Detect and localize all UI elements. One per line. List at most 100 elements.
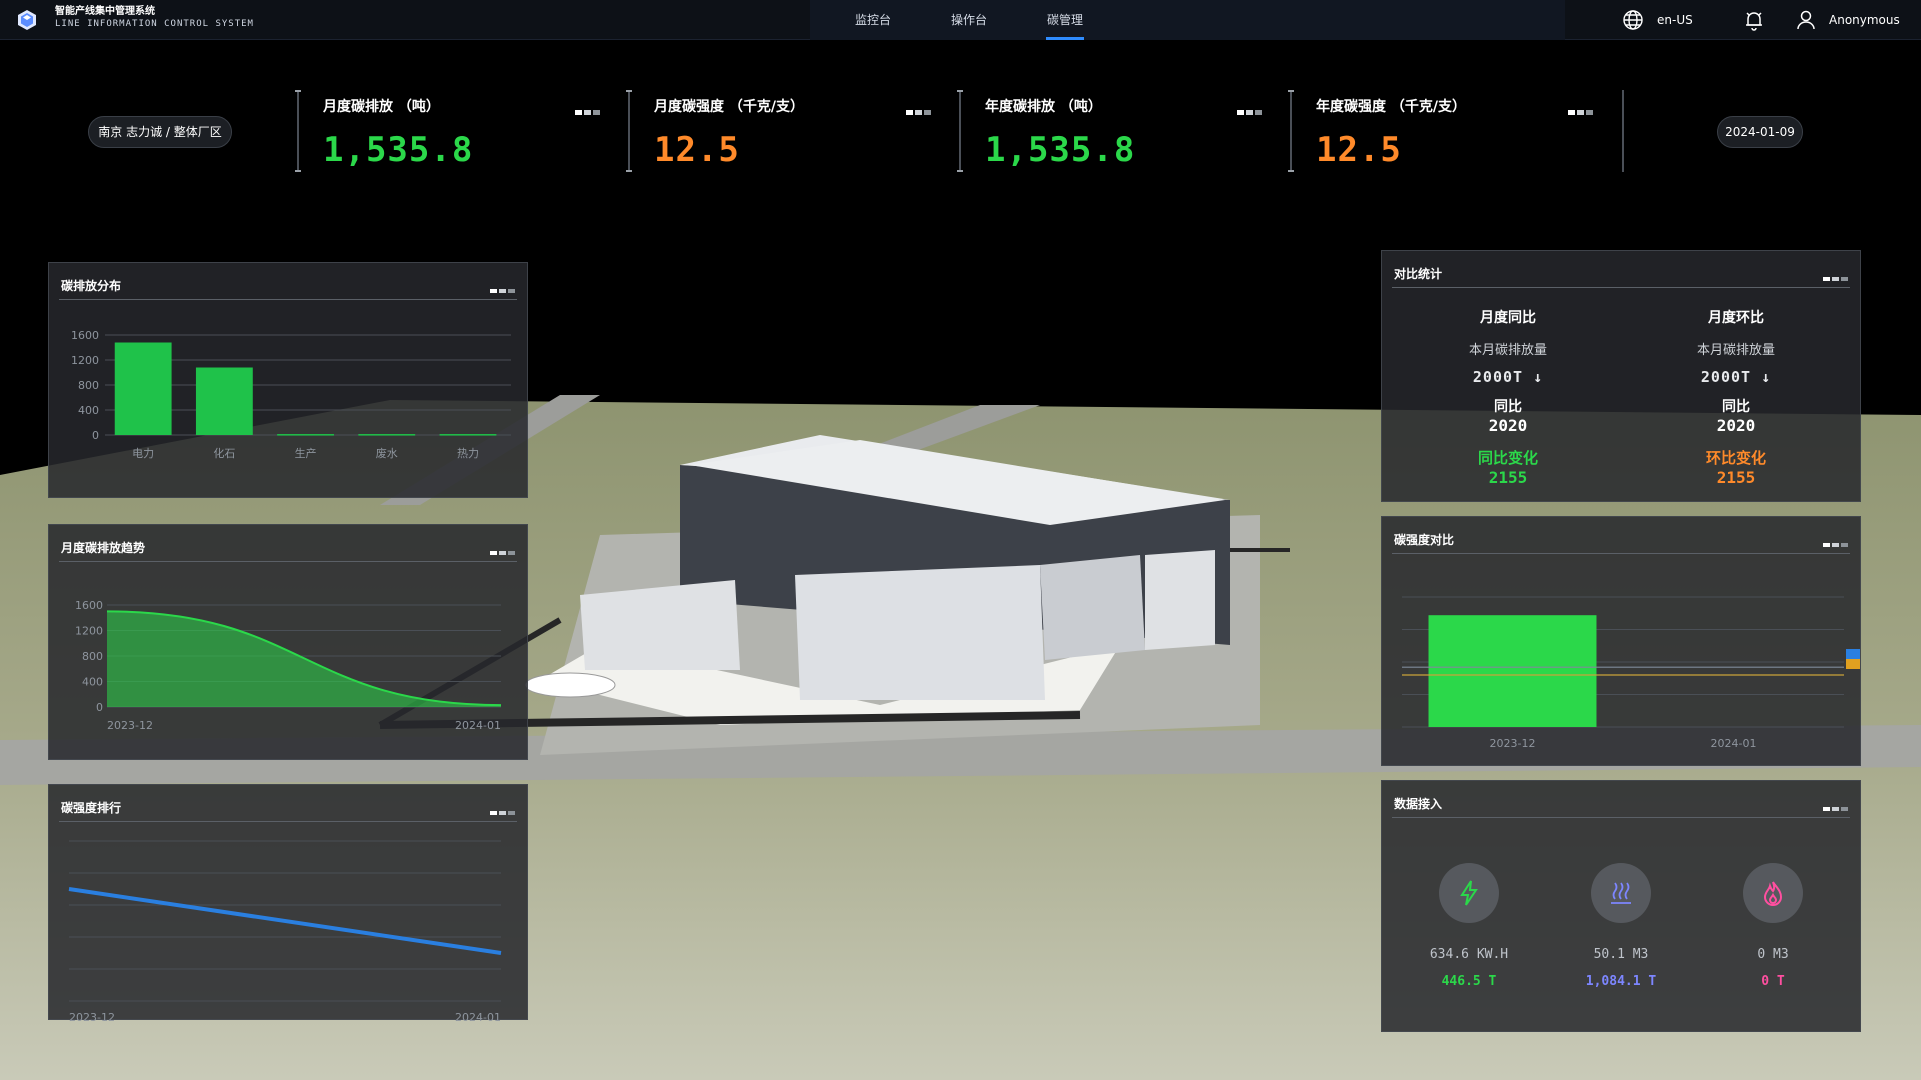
kpi-divider bbox=[1622, 90, 1624, 172]
app-title: 智能产线集中管理系统 bbox=[55, 6, 155, 17]
yoy-column: 月度同比 本月碳排放量 2000T ↓ 同比 2020 同比变化 2155 bbox=[1398, 307, 1618, 487]
source-emission: 1,084.1 T bbox=[1585, 974, 1657, 989]
mom-k-label: 同比 bbox=[1722, 399, 1750, 415]
date-selector[interactable]: 2024-01-09 bbox=[1717, 116, 1803, 148]
user-name: Anonymous bbox=[1829, 13, 1900, 27]
x-tick-label: 废水 bbox=[376, 446, 398, 460]
yoy-change-value: 2155 bbox=[1488, 468, 1528, 487]
x-tick-label: 2023-12 bbox=[69, 1011, 115, 1021]
x-tick-label: 2024-01 bbox=[1711, 737, 1757, 750]
mom-heading: 月度环比 bbox=[1708, 310, 1764, 326]
title-divider bbox=[59, 299, 517, 300]
kpi-annual-intensity: 年度碳强度 （千克/支） 12.5 bbox=[1288, 90, 1620, 172]
kpi-divider bbox=[1288, 90, 1294, 172]
x-tick-label: 生产 bbox=[295, 446, 317, 460]
yoy-value: 2000T ↓ bbox=[1472, 368, 1544, 386]
kpi-dots-icon bbox=[575, 110, 600, 115]
monthly-trend-panel: 月度碳排放趋势 0 400 800 1200 1600 2023-12 2024-01 bbox=[48, 524, 528, 760]
kpi-label: 月度碳强度 （千克/支） bbox=[654, 99, 804, 115]
y-tick-label: 400 bbox=[82, 676, 103, 689]
ranking-line bbox=[68, 887, 502, 955]
kpi-value: 1,535.8 bbox=[985, 130, 1136, 170]
kpi-monthly-emission: 月度碳排放 （吨） 1,535.8 bbox=[295, 90, 627, 172]
bell-icon[interactable] bbox=[1743, 9, 1765, 31]
title-divider bbox=[59, 561, 517, 562]
y-tick-label: 0 bbox=[96, 701, 103, 714]
kpi-label: 月度碳排放 （吨） bbox=[323, 99, 440, 115]
kpi-value: 1,535.8 bbox=[323, 130, 474, 170]
panel-title: 数据接入 bbox=[1394, 797, 1443, 811]
kpi-label: 年度碳强度 （千克/支） bbox=[1316, 99, 1466, 115]
kpi-dots-icon bbox=[1237, 110, 1262, 115]
reference-marker bbox=[1846, 649, 1860, 659]
panel-menu-icon[interactable] bbox=[1823, 277, 1848, 281]
emission-distribution-panel: 碳排放分布 0 400 800 1200 1600 电力 化石 生产 废水 热力 bbox=[48, 262, 528, 498]
bar bbox=[1428, 615, 1597, 727]
x-tick-label: 电力 bbox=[132, 447, 154, 460]
steam-source: 50.1 M3 1,084.1 T bbox=[1546, 863, 1696, 989]
tab-operation[interactable]: 操作台 bbox=[934, 0, 1004, 40]
panel-title: 碳排放分布 bbox=[61, 279, 122, 293]
kpi-label: 年度碳排放 （吨） bbox=[985, 99, 1102, 115]
kpi-dots-icon bbox=[906, 110, 931, 115]
user-menu[interactable]: Anonymous bbox=[1795, 0, 1900, 40]
kpi-value: 12.5 bbox=[654, 130, 740, 170]
electricity-source: 634.6 KW.H 446.5 T bbox=[1394, 863, 1544, 989]
kpi-dots-icon bbox=[1568, 110, 1593, 115]
language-switch[interactable]: en-US bbox=[1622, 0, 1693, 40]
emission-distribution-chart: 0 400 800 1200 1600 电力 化石 生产 废水 热力 bbox=[71, 329, 511, 460]
yoy-change-label: 同比变化 bbox=[1477, 449, 1538, 467]
panel-menu-icon[interactable] bbox=[490, 289, 515, 293]
source-emission: 446.5 T bbox=[1441, 974, 1497, 989]
source-usage: 634.6 KW.H bbox=[1429, 947, 1509, 962]
source-usage: 50.1 M3 bbox=[1593, 947, 1649, 962]
user-icon bbox=[1797, 10, 1815, 30]
steam-icon bbox=[1591, 863, 1651, 923]
bar bbox=[277, 434, 334, 436]
x-tick-label: 化石 bbox=[213, 446, 235, 460]
mom-change-value: 2155 bbox=[1716, 468, 1756, 487]
tab-carbon[interactable]: 碳管理 bbox=[1030, 0, 1100, 40]
mom-column: 月度环比 本月碳排放量 2000T ↓ 同比 2020 环比变化 2155 bbox=[1626, 307, 1846, 487]
bar bbox=[358, 434, 416, 436]
intensity-ranking-chart: 2023-12 2024-01 bbox=[68, 840, 502, 1021]
source-emission: 0 T bbox=[1761, 974, 1785, 989]
panel-title: 对比统计 bbox=[1394, 267, 1443, 281]
panel-menu-icon[interactable] bbox=[490, 551, 515, 555]
kpi-annual-emission: 年度碳排放 （吨） 1,535.8 bbox=[957, 90, 1289, 172]
bar bbox=[195, 367, 253, 435]
panel-title: 碳强度排行 bbox=[61, 801, 122, 815]
logo-icon bbox=[18, 10, 36, 30]
panel-title: 月度碳排放趋势 bbox=[61, 541, 146, 555]
x-tick-label: 2023-12 bbox=[107, 719, 153, 732]
reference-marker bbox=[1846, 659, 1860, 669]
monthly-trend-chart: 0 400 800 1200 1600 2023-12 2024-01 bbox=[75, 599, 502, 732]
yoy-k-value: 2020 bbox=[1488, 416, 1528, 435]
mom-value: 2000T ↓ bbox=[1700, 368, 1772, 386]
comparison-stats-panel: 对比统计 月度同比 本月碳排放量 2000T ↓ 同比 2020 同比变化 21… bbox=[1381, 250, 1861, 502]
kpi-monthly-intensity: 月度碳强度 （千克/支） 12.5 bbox=[626, 90, 958, 172]
tab-monitor[interactable]: 监控台 bbox=[838, 0, 908, 40]
y-tick-label: 1600 bbox=[71, 329, 99, 342]
title-divider bbox=[59, 821, 517, 822]
panel-menu-icon[interactable] bbox=[1823, 543, 1848, 547]
kpi-divider bbox=[295, 90, 301, 172]
kpi-value: 12.5 bbox=[1316, 130, 1402, 170]
intensity-ranking-panel: 碳强度排行 2023-12 2024-01 bbox=[48, 784, 528, 1021]
title-divider bbox=[1392, 817, 1850, 818]
x-tick-label: 热力 bbox=[457, 447, 479, 460]
yoy-subtitle: 本月碳排放量 bbox=[1468, 343, 1547, 358]
location-selector[interactable]: 南京 志力诚 / 整体厂区 bbox=[88, 116, 232, 148]
x-tick-label: 2024-01 bbox=[455, 719, 501, 732]
panel-menu-icon[interactable] bbox=[490, 811, 515, 815]
y-tick-label: 400 bbox=[78, 404, 99, 417]
y-tick-label: 1200 bbox=[71, 354, 99, 367]
kpi-divider bbox=[626, 90, 632, 172]
locale-label: en-US bbox=[1657, 13, 1693, 27]
yoy-k-label: 同比 bbox=[1494, 399, 1522, 415]
intensity-compare-panel: 碳强度对比 2023-12 2024-01 bbox=[1381, 516, 1861, 766]
y-tick-label: 800 bbox=[78, 379, 99, 392]
title-divider bbox=[1392, 287, 1850, 288]
panel-menu-icon[interactable] bbox=[1823, 807, 1848, 811]
gas-source: 0 M3 0 T bbox=[1698, 863, 1848, 989]
